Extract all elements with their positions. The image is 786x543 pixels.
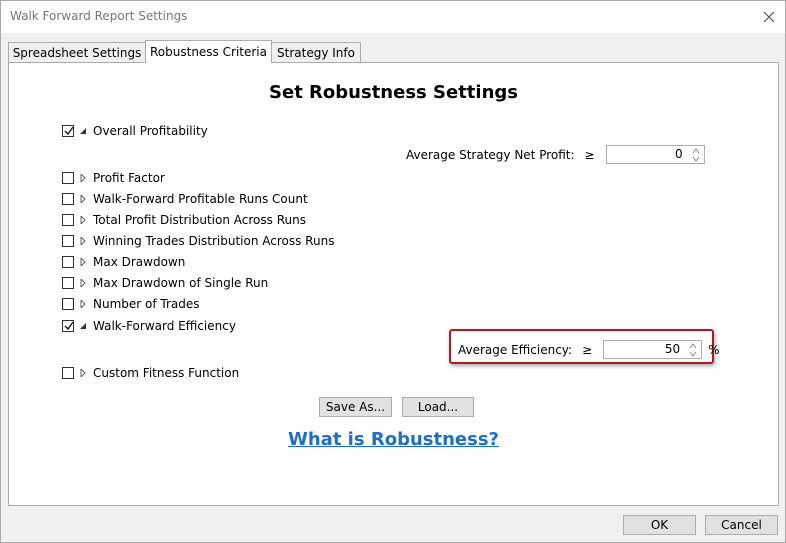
net-profit-value: 0 <box>674 147 683 161</box>
tab-label: Strategy Info <box>277 45 355 60</box>
criterion-label: Max Drawdown <box>93 255 186 269</box>
collapsed-arrow-icon[interactable] <box>80 174 90 182</box>
spinner-buttons[interactable] <box>691 147 701 163</box>
collapsed-arrow-icon[interactable] <box>80 237 90 245</box>
collapsed-arrow-icon[interactable] <box>80 369 90 377</box>
tab-label: Spreadsheet Settings <box>12 45 142 60</box>
expanded-arrow-icon[interactable] <box>80 127 90 135</box>
criterion-label: Winning Trades Distribution Across Runs <box>93 234 335 248</box>
criterion-max-drawdown-single-run[interactable]: Max Drawdown of Single Run <box>62 274 268 292</box>
spin-down-icon[interactable] <box>688 350 698 358</box>
criterion-walk-forward-efficiency[interactable]: Walk-Forward Efficiency <box>62 317 236 335</box>
expanded-arrow-icon[interactable] <box>80 322 90 330</box>
checkbox[interactable] <box>62 193 74 205</box>
efficiency-value: 50 <box>664 342 681 356</box>
ge-operator: ≥ <box>582 342 593 357</box>
tab-strategy-info[interactable]: Strategy Info <box>271 42 361 62</box>
collapsed-arrow-icon[interactable] <box>80 216 90 224</box>
close-icon <box>763 11 775 23</box>
criterion-label: Profit Factor <box>93 171 165 185</box>
checkbox[interactable] <box>62 367 74 379</box>
collapsed-arrow-icon[interactable] <box>80 279 90 287</box>
checkmark-icon <box>64 126 74 136</box>
collapsed-arrow-icon[interactable] <box>80 300 90 308</box>
dialog-window: Walk Forward Report Settings Spreadsheet… <box>0 0 786 543</box>
cancel-button[interactable]: Cancel <box>705 515 778 535</box>
net-profit-field-row: Average Strategy Net Profit: ≥ 0 <box>406 145 705 164</box>
criterion-label: Total Profit Distribution Across Runs <box>93 213 306 227</box>
checkbox[interactable] <box>62 235 74 247</box>
net-profit-label: Average Strategy Net Profit: <box>406 147 575 162</box>
what-is-robustness-link[interactable]: What is Robustness? <box>9 429 778 450</box>
spin-up-icon[interactable] <box>691 147 701 155</box>
criterion-label: Overall Profitability <box>93 124 208 138</box>
checkmark-icon <box>64 321 74 331</box>
criterion-profitable-runs-count[interactable]: Walk-Forward Profitable Runs Count <box>62 190 308 208</box>
checkbox[interactable] <box>62 277 74 289</box>
collapsed-arrow-icon[interactable] <box>80 258 90 266</box>
criterion-overall-profitability[interactable]: Overall Profitability <box>62 122 208 140</box>
criterion-label: Max Drawdown of Single Run <box>93 276 269 290</box>
spinner-buttons[interactable] <box>688 342 698 358</box>
criterion-label: Number of Trades <box>93 297 200 311</box>
net-profit-spinner[interactable]: 0 <box>605 145 705 164</box>
criterion-label: Custom Fitness Function <box>93 366 240 380</box>
efficiency-field-row: Average Efficiency: ≥ 50 % <box>458 340 720 359</box>
checkbox[interactable] <box>62 320 74 332</box>
criterion-label: Walk-Forward Efficiency <box>93 319 236 333</box>
spin-up-icon[interactable] <box>688 342 698 350</box>
checkbox[interactable] <box>62 298 74 310</box>
criterion-label: Walk-Forward Profitable Runs Count <box>93 192 308 206</box>
robustness-panel: Set Robustness Settings Overall Profitab… <box>8 62 779 506</box>
window-title: Walk Forward Report Settings <box>10 9 188 23</box>
tab-label: Robustness Criteria <box>150 45 267 59</box>
load-button[interactable]: Load... <box>402 397 474 417</box>
spin-down-icon[interactable] <box>691 155 701 163</box>
close-button[interactable] <box>759 7 779 27</box>
title-bar: Walk Forward Report Settings <box>1 1 785 33</box>
checkbox[interactable] <box>62 172 74 184</box>
ok-button[interactable]: OK <box>623 515 696 535</box>
checkbox[interactable] <box>62 256 74 268</box>
save-as-button[interactable]: Save As... <box>319 397 392 417</box>
efficiency-spinner[interactable]: 50 <box>603 340 703 359</box>
criterion-winning-trades-distribution[interactable]: Winning Trades Distribution Across Runs <box>62 232 334 250</box>
criterion-profit-factor[interactable]: Profit Factor <box>62 169 165 187</box>
tab-robustness-criteria[interactable]: Robustness Criteria <box>145 40 272 63</box>
panel-heading: Set Robustness Settings <box>269 82 518 103</box>
efficiency-label: Average Efficiency: <box>458 342 573 357</box>
percent-unit: % <box>708 342 720 357</box>
criterion-custom-fitness-function[interactable]: Custom Fitness Function <box>62 364 239 382</box>
criterion-total-profit-distribution[interactable]: Total Profit Distribution Across Runs <box>62 211 306 229</box>
checkbox[interactable] <box>62 214 74 226</box>
collapsed-arrow-icon[interactable] <box>80 195 90 203</box>
checkbox[interactable] <box>62 125 74 137</box>
criterion-max-drawdown[interactable]: Max Drawdown <box>62 253 185 271</box>
ge-operator: ≥ <box>584 147 595 162</box>
criterion-number-of-trades[interactable]: Number of Trades <box>62 295 200 313</box>
tab-spreadsheet-settings[interactable]: Spreadsheet Settings <box>8 42 146 62</box>
